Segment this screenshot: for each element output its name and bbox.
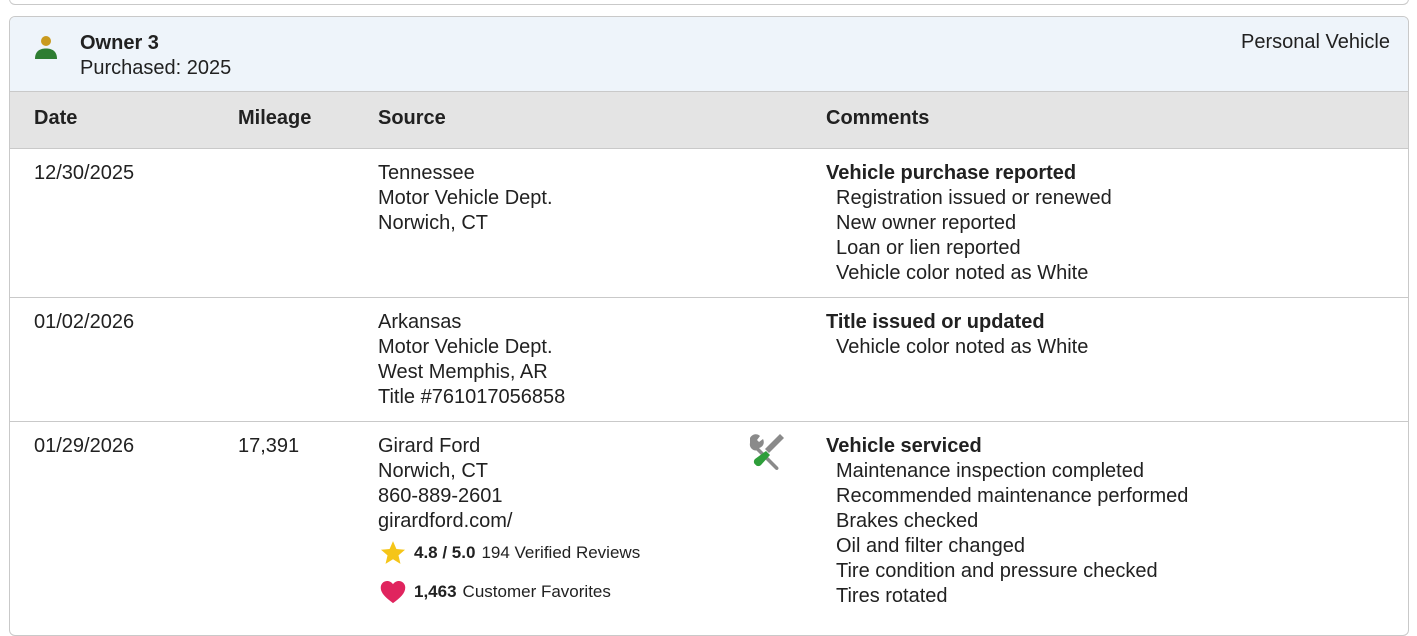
favorites-count: 1,463 <box>414 582 457 601</box>
rating-value: 4.8 / 5.0 <box>414 543 476 562</box>
source-line: Motor Vehicle Dept. <box>378 336 553 358</box>
dealer-rating[interactable]: 4.8 / 5.0 194 Verified Reviews <box>378 539 640 567</box>
favorites-label: Customer Favorites <box>462 582 611 601</box>
comment-item: Vehicle color noted as White <box>836 336 1089 358</box>
source-line: Arkansas <box>378 311 462 333</box>
comment-item: New owner reported <box>836 212 1017 234</box>
comment-item: Vehicle color noted as White <box>836 262 1089 284</box>
dealer-website-link[interactable]: girardford.com/ <box>378 509 640 534</box>
dealer-name: Girard Ford <box>378 435 481 457</box>
owner-header: Owner 3 Purchased: 2025 Personal Vehicle <box>10 17 1408 92</box>
row-date: 01/29/2026 <box>34 435 135 457</box>
previous-card-edge <box>9 0 1409 5</box>
heart-icon <box>380 581 406 604</box>
comment-title: Title issued or updated <box>826 311 1045 333</box>
column-header-comments: Comments <box>826 107 930 129</box>
owner-purchased: Purchased: 2025 <box>80 57 232 79</box>
comment-item: Tire condition and pressure checked <box>836 560 1158 582</box>
comment-item: Loan or lien reported <box>836 237 1021 259</box>
table-row: 12/30/2025 Tennessee Motor Vehicle Dept.… <box>10 149 1408 298</box>
dealer-favorites[interactable]: 1,463 Customer Favorites <box>378 578 640 606</box>
owner-history-card: Owner 3 Purchased: 2025 Personal Vehicle… <box>9 16 1409 636</box>
row-mileage: 17,391 <box>238 435 300 457</box>
row-comments: Title issued or updated Vehicle color no… <box>826 310 1088 360</box>
dealer-location: Norwich, CT <box>378 460 489 482</box>
comment-item: Tires rotated <box>836 585 948 607</box>
history-table-header: Date Mileage Source Comments <box>10 92 1408 149</box>
column-header-mileage: Mileage <box>238 107 312 129</box>
comment-item: Registration issued or renewed <box>836 187 1112 209</box>
comment-title: Vehicle serviced <box>826 435 982 457</box>
column-header-source: Source <box>378 107 446 129</box>
source-line: Title #761017056858 <box>378 386 566 408</box>
row-date: 01/02/2026 <box>34 311 135 333</box>
comment-item: Oil and filter changed <box>836 535 1026 557</box>
source-line: Tennessee <box>378 162 475 184</box>
row-source: Arkansas Motor Vehicle Dept. West Memphi… <box>378 310 565 410</box>
star-icon <box>380 541 406 564</box>
person-icon <box>35 36 57 59</box>
table-row: 01/02/2026 Arkansas Motor Vehicle Dept. … <box>10 298 1408 422</box>
comment-item: Maintenance inspection completed <box>836 460 1144 482</box>
source-line: West Memphis, AR <box>378 361 548 383</box>
comment-title: Vehicle purchase reported <box>826 162 1077 184</box>
row-comments: Vehicle purchase reported Registration i… <box>826 161 1112 286</box>
comment-item: Recommended maintenance performed <box>836 485 1189 507</box>
source-line: Motor Vehicle Dept. <box>378 187 553 209</box>
row-comments: Vehicle serviced Maintenance inspection … <box>826 434 1188 609</box>
table-row: 01/29/2026 17,391 Girard Ford Norwich, C… <box>10 422 1408 635</box>
row-date: 12/30/2025 <box>34 162 135 184</box>
row-source: Tennessee Motor Vehicle Dept. Norwich, C… <box>378 161 553 236</box>
row-source: Girard Ford Norwich, CT 860-889-2601 gir… <box>378 434 640 606</box>
source-line: Norwich, CT <box>378 212 489 234</box>
wrench-screwdriver-icon <box>749 434 784 470</box>
owner-usage-type: Personal Vehicle <box>1241 31 1390 53</box>
rating-reviews: 194 Verified Reviews <box>481 543 641 562</box>
column-header-date: Date <box>34 107 78 129</box>
owner-title: Owner 3 <box>80 32 159 54</box>
dealer-phone[interactable]: 860-889-2601 <box>378 484 640 509</box>
comment-item: Brakes checked <box>836 510 979 532</box>
